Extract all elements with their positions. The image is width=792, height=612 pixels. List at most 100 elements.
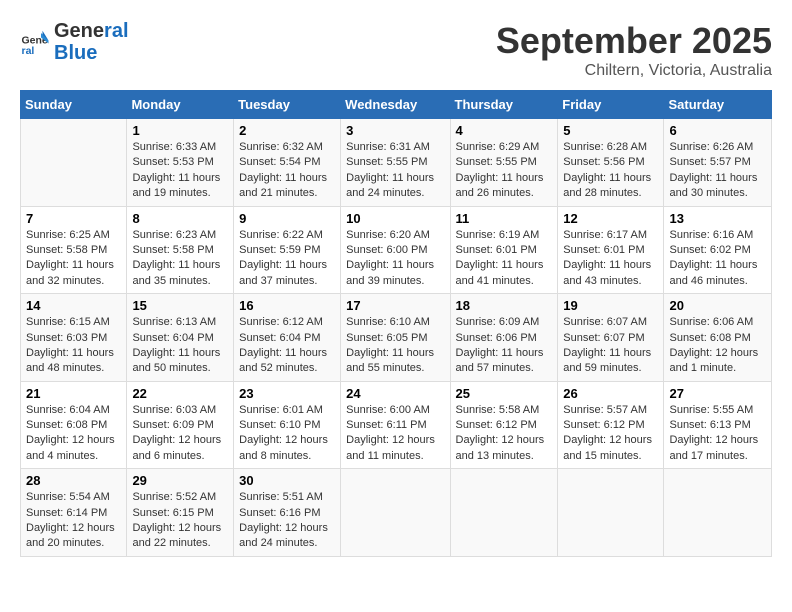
day-info: Sunrise: 6:06 AM Sunset: 6:08 PM Dayligh… — [669, 315, 766, 377]
day-info: Sunrise: 6:09 AM Sunset: 6:06 PM Dayligh… — [456, 315, 553, 377]
day-number: 12 — [563, 211, 658, 226]
day-number: 20 — [669, 298, 766, 313]
column-header-sunday: Sunday — [21, 91, 127, 119]
calendar-cell: 10 Sunrise: 6:20 AM Sunset: 6:00 PM Dayli… — [341, 206, 450, 294]
calendar-cell: 16 Sunrise: 6:12 AM Sunset: 6:04 PM Dayli… — [234, 294, 341, 382]
day-info: Sunrise: 5:57 AM Sunset: 6:12 PM Dayligh… — [563, 403, 658, 465]
calendar-cell: 25 Sunrise: 5:58 AM Sunset: 6:12 PM Dayli… — [450, 381, 558, 469]
logo-text: General Blue — [54, 20, 129, 64]
svg-text:ral: ral — [22, 45, 35, 57]
day-info: Sunrise: 6:00 AM Sunset: 6:11 PM Dayligh… — [346, 403, 444, 465]
day-number: 22 — [132, 386, 228, 401]
day-number: 8 — [132, 211, 228, 226]
calendar-cell: 24Sunrise: 6:00 AM Sunset: 6:11 PM Dayli… — [341, 381, 450, 469]
calendar-cell: 3 Sunrise: 6:31 AM Sunset: 5:55 PM Daylig… — [341, 119, 450, 207]
calendar-week-1: 1 Sunrise: 6:33 AM Sunset: 5:53 PM Daylig… — [21, 119, 772, 207]
calendar-cell: 2 Sunrise: 6:32 AM Sunset: 5:54 PM Daylig… — [234, 119, 341, 207]
column-header-monday: Monday — [127, 91, 234, 119]
calendar-cell: 17 Sunrise: 6:10 AM Sunset: 6:05 PM Dayli… — [341, 294, 450, 382]
calendar-week-5: 28Sunrise: 5:54 AM Sunset: 6:14 PM Dayli… — [21, 469, 772, 557]
day-info: Sunrise: 6:31 AM Sunset: 5:55 PM Dayligh… — [346, 140, 444, 202]
day-info: Sunrise: 6:32 AM Sunset: 5:54 PM Dayligh… — [239, 140, 335, 202]
calendar-cell: 8 Sunrise: 6:23 AM Sunset: 5:58 PM Daylig… — [127, 206, 234, 294]
column-header-saturday: Saturday — [664, 91, 772, 119]
day-info: Sunrise: 6:16 AM Sunset: 6:02 PM Dayligh… — [669, 228, 766, 290]
day-info: Sunrise: 6:33 AM Sunset: 5:53 PM Dayligh… — [132, 140, 228, 202]
day-number: 5 — [563, 123, 658, 138]
calendar-week-3: 14 Sunrise: 6:15 AM Sunset: 6:03 PM Dayli… — [21, 294, 772, 382]
day-info: Sunrise: 6:07 AM Sunset: 6:07 PM Dayligh… — [563, 315, 658, 377]
logo-icon: Gene ral — [20, 27, 50, 57]
calendar-cell: 19Sunrise: 6:07 AM Sunset: 6:07 PM Dayli… — [558, 294, 664, 382]
title-block: September 2025 Chiltern, Victoria, Austr… — [496, 20, 772, 80]
day-info: Sunrise: 6:23 AM Sunset: 5:58 PM Dayligh… — [132, 228, 228, 290]
calendar-cell — [450, 469, 558, 557]
day-info: Sunrise: 5:51 AM Sunset: 6:16 PM Dayligh… — [239, 490, 335, 552]
day-number: 15 — [132, 298, 228, 313]
column-header-friday: Friday — [558, 91, 664, 119]
day-number: 13 — [669, 211, 766, 226]
day-number: 29 — [132, 473, 228, 488]
calendar-cell: 29 Sunrise: 5:52 AM Sunset: 6:15 PM Dayli… — [127, 469, 234, 557]
day-number: 9 — [239, 211, 335, 226]
day-info: Sunrise: 6:25 AM Sunset: 5:58 PM Dayligh… — [26, 228, 121, 290]
page-header: Gene ral General Blue September 2025 Chi… — [20, 20, 772, 80]
column-header-wednesday: Wednesday — [341, 91, 450, 119]
day-info: Sunrise: 6:22 AM Sunset: 5:59 PM Dayligh… — [239, 228, 335, 290]
location-subtitle: Chiltern, Victoria, Australia — [496, 62, 772, 80]
day-info: Sunrise: 6:28 AM Sunset: 5:56 PM Dayligh… — [563, 140, 658, 202]
day-number: 2 — [239, 123, 335, 138]
day-number: 21 — [26, 386, 121, 401]
day-number: 10 — [346, 211, 444, 226]
calendar-header-row: SundayMondayTuesdayWednesdayThursdayFrid… — [21, 91, 772, 119]
day-number: 16 — [239, 298, 335, 313]
month-title: September 2025 — [496, 20, 772, 62]
calendar-cell: 23Sunrise: 6:01 AM Sunset: 6:10 PM Dayli… — [234, 381, 341, 469]
calendar-week-4: 21 Sunrise: 6:04 AM Sunset: 6:08 PM Dayli… — [21, 381, 772, 469]
day-number: 27 — [669, 386, 766, 401]
calendar-cell: 18 Sunrise: 6:09 AM Sunset: 6:06 PM Dayli… — [450, 294, 558, 382]
calendar-cell: 9 Sunrise: 6:22 AM Sunset: 5:59 PM Daylig… — [234, 206, 341, 294]
day-info: Sunrise: 6:04 AM Sunset: 6:08 PM Dayligh… — [26, 403, 121, 465]
day-number: 23 — [239, 386, 335, 401]
day-number: 30 — [239, 473, 335, 488]
day-info: Sunrise: 6:19 AM Sunset: 6:01 PM Dayligh… — [456, 228, 553, 290]
day-number: 28 — [26, 473, 121, 488]
day-number: 18 — [456, 298, 553, 313]
day-info: Sunrise: 6:10 AM Sunset: 6:05 PM Dayligh… — [346, 315, 444, 377]
day-number: 3 — [346, 123, 444, 138]
day-number: 17 — [346, 298, 444, 313]
day-number: 7 — [26, 211, 121, 226]
calendar-cell: 12 Sunrise: 6:17 AM Sunset: 6:01 PM Dayli… — [558, 206, 664, 294]
calendar-cell: 27 Sunrise: 5:55 AM Sunset: 6:13 PM Dayli… — [664, 381, 772, 469]
day-number: 1 — [132, 123, 228, 138]
column-header-tuesday: Tuesday — [234, 91, 341, 119]
day-info: Sunrise: 6:17 AM Sunset: 6:01 PM Dayligh… — [563, 228, 658, 290]
calendar-cell: 13 Sunrise: 6:16 AM Sunset: 6:02 PM Dayli… — [664, 206, 772, 294]
calendar-week-2: 7 Sunrise: 6:25 AM Sunset: 5:58 PM Daylig… — [21, 206, 772, 294]
day-info: Sunrise: 6:15 AM Sunset: 6:03 PM Dayligh… — [26, 315, 121, 377]
day-info: Sunrise: 6:20 AM Sunset: 6:00 PM Dayligh… — [346, 228, 444, 290]
calendar-cell: 15Sunrise: 6:13 AM Sunset: 6:04 PM Dayli… — [127, 294, 234, 382]
day-info: Sunrise: 6:03 AM Sunset: 6:09 PM Dayligh… — [132, 403, 228, 465]
calendar-cell: 1 Sunrise: 6:33 AM Sunset: 5:53 PM Daylig… — [127, 119, 234, 207]
calendar-cell: 28Sunrise: 5:54 AM Sunset: 6:14 PM Dayli… — [21, 469, 127, 557]
day-number: 14 — [26, 298, 121, 313]
day-info: Sunrise: 5:52 AM Sunset: 6:15 PM Dayligh… — [132, 490, 228, 552]
day-number: 11 — [456, 211, 553, 226]
day-number: 4 — [456, 123, 553, 138]
logo: Gene ral General Blue — [20, 20, 129, 64]
calendar-cell: 20 Sunrise: 6:06 AM Sunset: 6:08 PM Dayli… — [664, 294, 772, 382]
day-number: 26 — [563, 386, 658, 401]
day-info: Sunrise: 5:55 AM Sunset: 6:13 PM Dayligh… — [669, 403, 766, 465]
calendar-cell: 11 Sunrise: 6:19 AM Sunset: 6:01 PM Dayli… — [450, 206, 558, 294]
calendar-cell: 30 Sunrise: 5:51 AM Sunset: 6:16 PM Dayli… — [234, 469, 341, 557]
calendar-cell — [558, 469, 664, 557]
calendar-cell: 4Sunrise: 6:29 AM Sunset: 5:55 PM Daylig… — [450, 119, 558, 207]
day-info: Sunrise: 6:12 AM Sunset: 6:04 PM Dayligh… — [239, 315, 335, 377]
calendar-cell: 7 Sunrise: 6:25 AM Sunset: 5:58 PM Daylig… — [21, 206, 127, 294]
calendar-cell — [21, 119, 127, 207]
day-info: Sunrise: 5:58 AM Sunset: 6:12 PM Dayligh… — [456, 403, 553, 465]
calendar-cell — [664, 469, 772, 557]
day-number: 25 — [456, 386, 553, 401]
